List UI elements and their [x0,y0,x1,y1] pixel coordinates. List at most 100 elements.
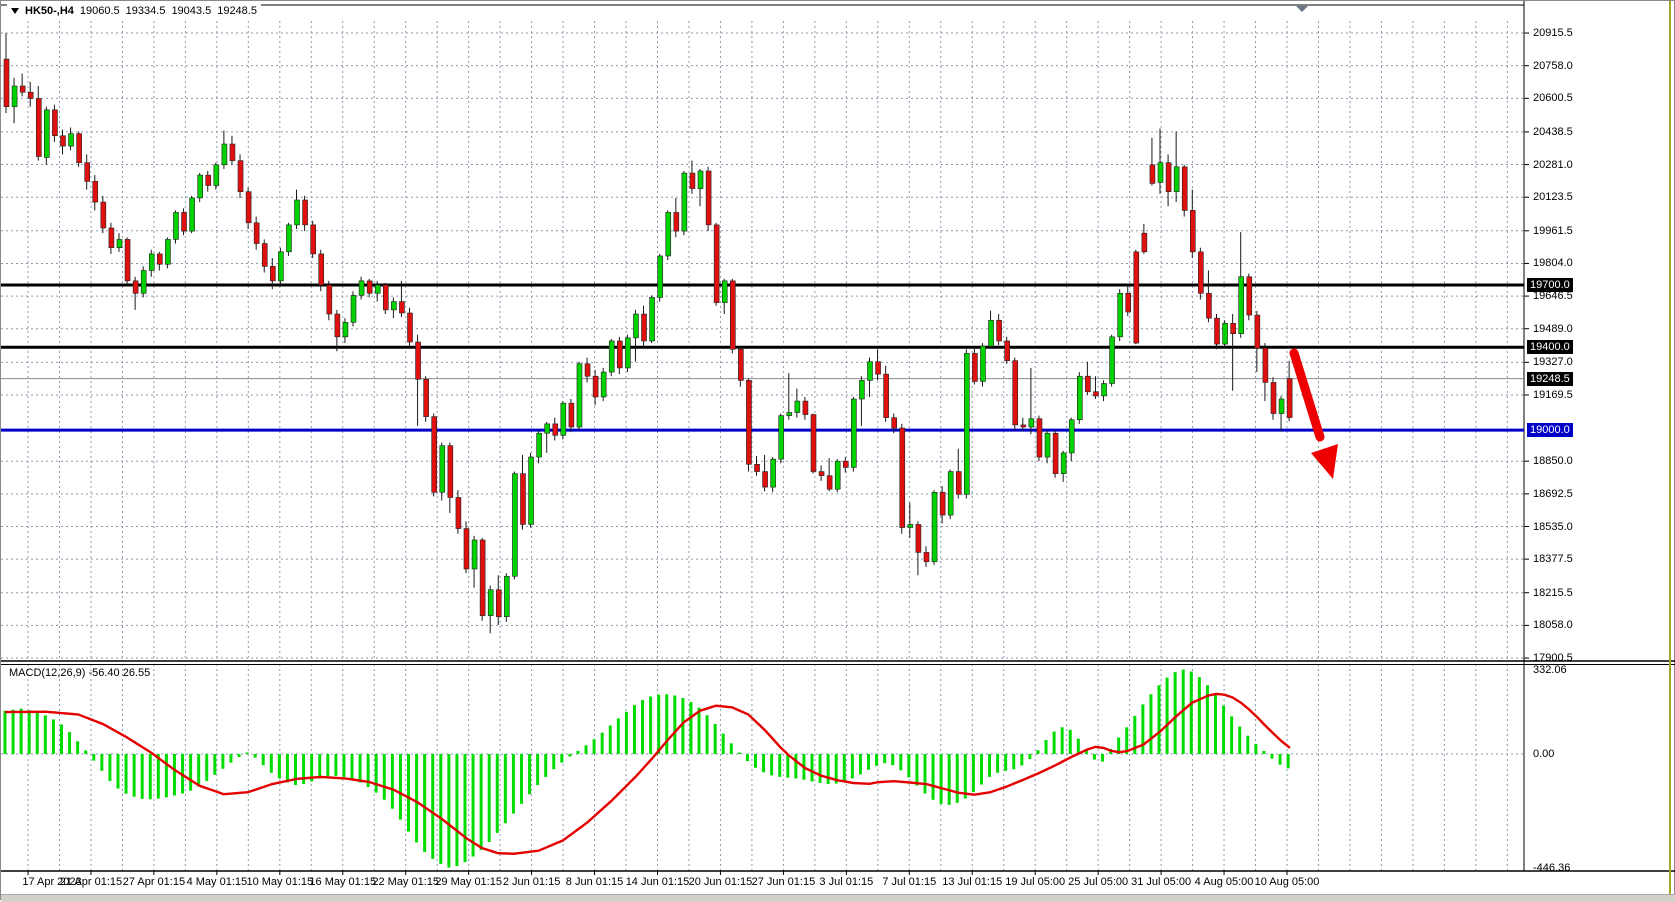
candle-body [254,223,259,244]
price-axis-label: 18377.5 [1533,553,1573,565]
candle-body [666,212,671,256]
candle-body [327,285,332,314]
candle-body [1053,433,1058,473]
candle-body [980,346,985,381]
candle-body [60,136,65,146]
candle-body [843,461,848,467]
candle-body [1005,341,1010,361]
macd-indicator-label: MACD(12,26,9) -56.40 26.55 [9,667,150,679]
candle-body [859,380,864,399]
time-axis-label: 13 Jul 01:15 [942,876,1002,888]
candle-body [1134,252,1139,343]
price-axis-label: 18215.5 [1533,587,1573,599]
candle-body [165,239,170,264]
candle-body [932,492,937,561]
candle-body [77,134,82,163]
candle-body [867,362,872,381]
candle-body [246,192,251,223]
candle-body [448,446,453,498]
bar-close-value: 19248.5 [217,5,257,17]
candle-body [157,254,162,264]
time-axis-label: 25 Jul 05:00 [1068,876,1128,888]
candle-body [884,374,889,418]
scroll-shift-marker-icon[interactable] [1296,6,1308,12]
candle-body [1029,419,1034,427]
candle-body [1239,277,1244,334]
candle-body [811,415,816,472]
price-chart-canvas[interactable] [1,1,1675,901]
candle-body [698,171,703,189]
candle-body [512,474,517,577]
candle-body [1110,337,1115,384]
price-axis-label: 20758.0 [1533,60,1573,72]
candle-body [908,524,913,527]
time-axis-label: 4 May 01:15 [187,876,248,888]
candle-body [69,134,74,146]
candle-body [1037,419,1042,457]
candle-body [214,165,219,186]
candle-body [496,590,501,617]
candle-body [182,212,187,231]
bar-low-value: 19043.5 [171,5,211,17]
price-axis-label: 20915.5 [1533,27,1573,39]
time-axis-label: 3 Jul 01:15 [819,876,873,888]
candle-body [529,457,534,524]
candle-body [367,281,372,293]
candle-body [1085,376,1090,392]
candle-body [795,401,800,412]
candle-body [1166,163,1171,192]
candle-body [1231,323,1236,333]
candle-body [391,302,396,310]
candle-body [270,266,275,281]
candle-body [730,281,735,349]
candle-body [190,198,195,231]
time-axis-label: 16 May 01:15 [309,876,376,888]
chart-title-bar: HK50-,H4 19060.5 19334.5 19043.5 19248.5 [7,4,261,18]
price-axis-label: 20600.5 [1533,92,1573,104]
candle-body [997,320,1002,341]
candle-body [553,424,558,435]
candle-body [569,403,574,427]
time-axis-label: 2 Jun 01:15 [503,876,561,888]
candle-body [1255,315,1260,348]
candle-body [109,228,114,248]
price-axis-label: 20281.0 [1533,159,1573,171]
candle-body [125,239,130,280]
price-axis-label: 19489.0 [1533,323,1573,335]
candle-body [85,163,90,182]
candle-body [101,202,106,228]
time-axis-label: 21 Apr 01:15 [60,876,122,888]
candle-body [924,552,929,561]
candle-body [335,314,340,337]
candle-body [52,110,57,136]
symbol-timeframe-label: HK50-,H4 [25,5,74,17]
candle-body [456,497,461,528]
down-arrow-head[interactable] [1311,444,1338,479]
candle-body [149,254,154,271]
candle-body [900,428,905,528]
candle-body [383,285,388,310]
price-badge-19400.0: 19400.0 [1527,340,1573,354]
candle-body [617,341,622,368]
candle-body [520,474,525,525]
candle-body [1190,210,1195,251]
candle-body [545,424,550,433]
time-axis-label: 29 May 01:15 [435,876,502,888]
candle-body [706,171,711,225]
candle-body [488,590,493,616]
candle-body [1174,167,1179,192]
time-axis-label: 8 Jun 01:15 [566,876,624,888]
chart-menu-triangle-icon[interactable] [11,8,19,14]
price-axis-label: 19327.0 [1533,356,1573,368]
bar-open-value: 19060.5 [80,5,120,17]
candle-body [432,417,437,493]
candle-body [1077,376,1082,420]
price-axis-label: 17900.5 [1533,652,1573,664]
candle-body [117,239,122,247]
candle-body [238,161,243,192]
price-axis-label: 19169.5 [1533,389,1573,401]
candle-body [1142,233,1147,252]
candle-body [537,433,542,457]
candle-body [464,529,469,569]
candle-body [1102,383,1107,395]
